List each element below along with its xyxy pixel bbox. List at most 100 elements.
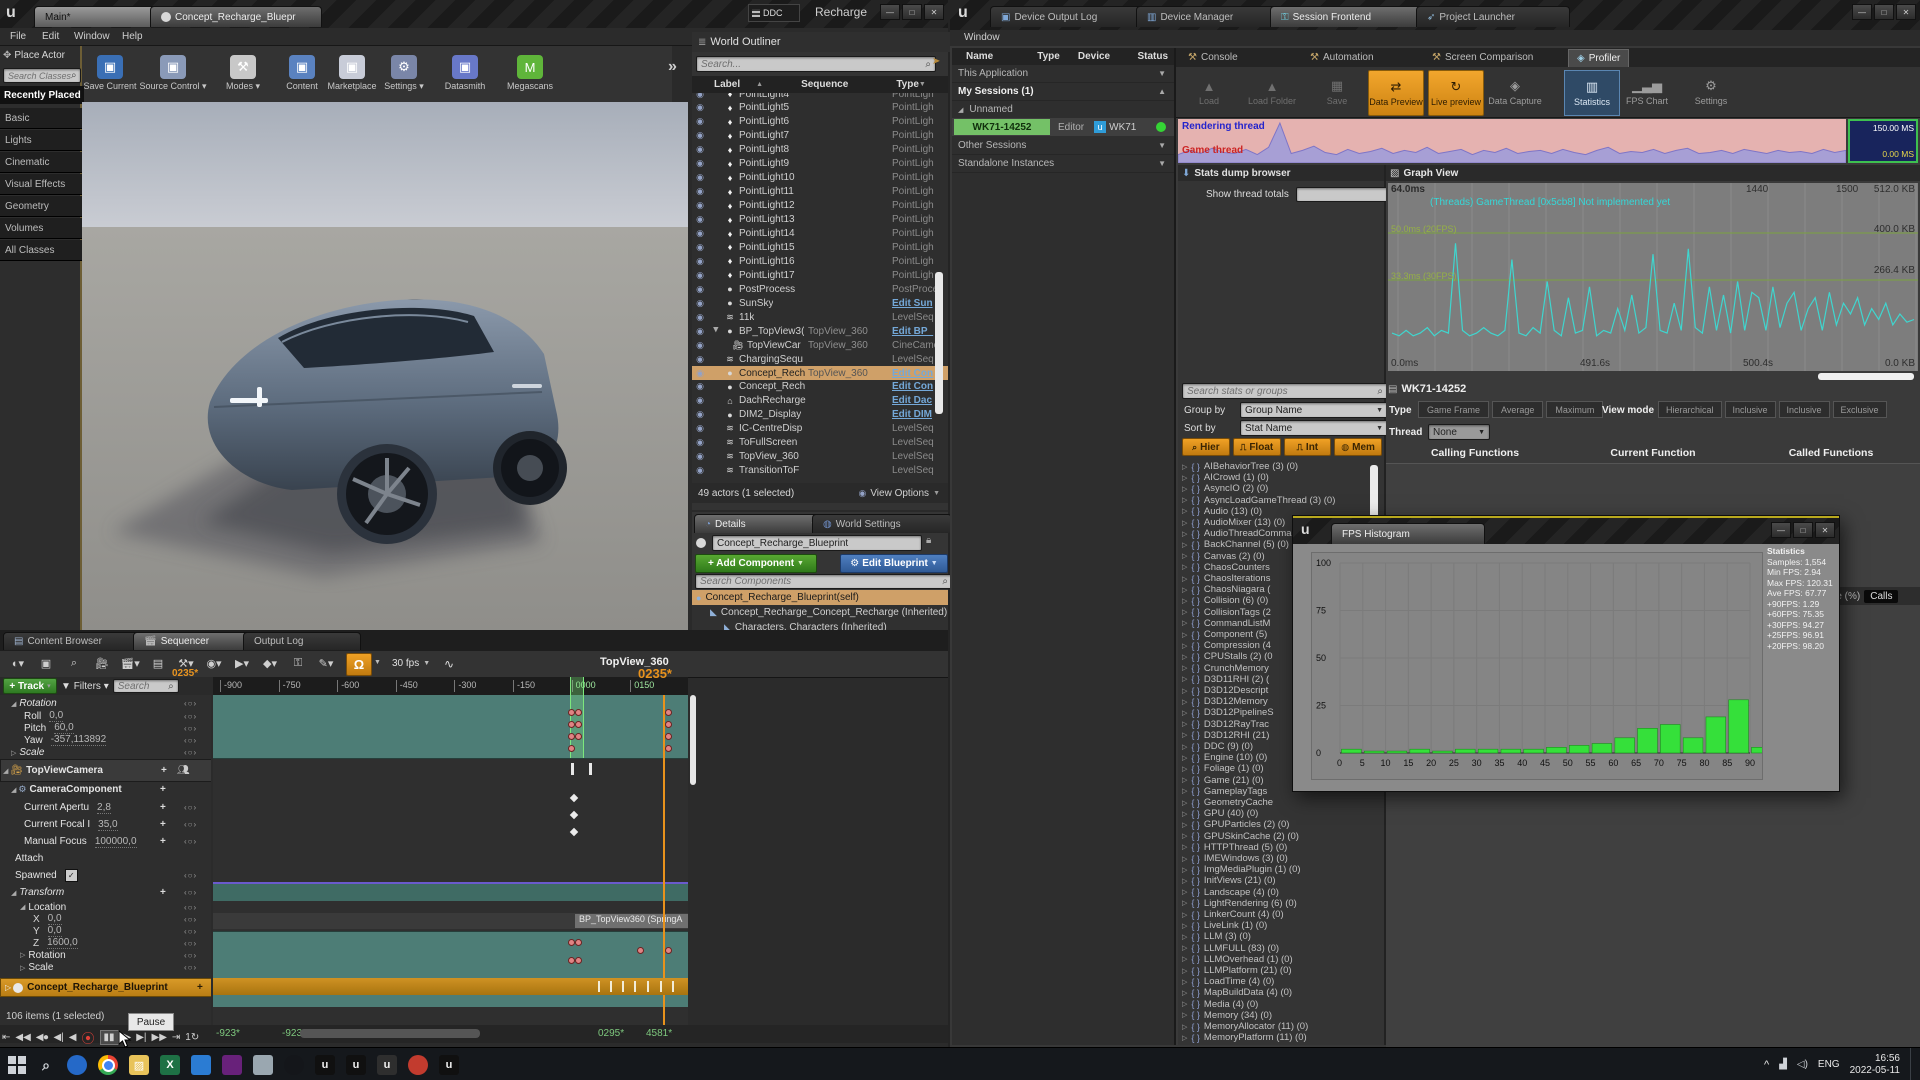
outliner-row[interactable]: ◉♦PointLight16PointLigh <box>692 254 948 268</box>
excel-icon[interactable]: X <box>160 1055 180 1075</box>
stats-group-row[interactable]: ▷{ }AICrowd (1) (0) <box>1182 472 1269 483</box>
add-key-icon[interactable]: + <box>160 802 166 813</box>
profiler-settings-button[interactable]: ⚙Settings <box>1684 70 1738 114</box>
blueprint-track-area[interactable] <box>213 978 688 995</box>
visibility-eye-icon[interactable]: ◉ <box>692 200 708 211</box>
track-area-rotation[interactable] <box>213 695 688 759</box>
menu-window[interactable]: Window <box>964 32 1000 43</box>
expand-icon[interactable]: ▷ <box>1182 541 1187 549</box>
track-scale[interactable]: ▷Scale‹○› <box>0 961 211 974</box>
keyframe[interactable] <box>665 721 672 728</box>
track-y[interactable]: Y0,0‹○› <box>0 925 211 937</box>
profiler-load-button[interactable]: ▲Load <box>1182 70 1236 114</box>
outliner-row[interactable]: ◉♦PointLight13PointLigh <box>692 213 948 227</box>
search-components-input[interactable]: Search Components ⌕ <box>695 574 953 589</box>
track-concept-recharge-blueprint[interactable]: ▷Concept_Recharge_Blueprint+ <box>0 978 211 997</box>
expand-icon[interactable]: ▷ <box>1182 843 1187 851</box>
stats-group-row[interactable]: ▷{ }CrunchMemory <box>1182 663 1269 674</box>
outliner-row[interactable]: ◉⌂DachRechargeEdit Dac <box>692 394 948 408</box>
type-game-frame-button[interactable]: Game Frame <box>1418 401 1489 418</box>
expand-icon[interactable]: ▷ <box>1182 530 1187 538</box>
filter-hier-button[interactable]: ⌕Hier <box>1182 438 1230 456</box>
keyframe-white[interactable] <box>570 828 578 836</box>
thread-dropdown[interactable]: None▼ <box>1428 424 1490 440</box>
track-value[interactable]: 0,0 <box>49 710 63 722</box>
outliner-row[interactable]: ◉≋ChargingSequLevelSeq <box>692 352 948 366</box>
expand-icon[interactable]: ▷ <box>1182 765 1187 773</box>
snap-magnet-icon[interactable]: Ω <box>346 653 372 676</box>
toolbar-modes[interactable]: ⚒Modes ▾ <box>214 48 272 98</box>
expand-icon[interactable]: ▷ <box>1182 899 1187 907</box>
visibility-eye-icon[interactable]: ◉ <box>692 158 708 169</box>
step-back-button[interactable]: ◀⦁ <box>36 1032 49 1043</box>
tray-network-icon[interactable]: ▟ <box>1779 1059 1787 1070</box>
place-actor-search-input[interactable]: Search Classes ⌕ <box>3 68 81 83</box>
stats-group-row[interactable]: ▷{ }LoadTime (4) (0) <box>1182 976 1274 987</box>
visibility-eye-icon[interactable]: ◉ <box>692 102 708 113</box>
visibility-eye-icon[interactable]: ◉ <box>692 256 708 267</box>
sort-by-dropdown[interactable]: Stat Name▼ <box>1240 420 1388 436</box>
stats-group-row[interactable]: ▷{ }LLMPlatform (21) (0) <box>1182 965 1292 976</box>
profiler-tab-profiler[interactable]: ◈Profiler <box>1568 49 1629 67</box>
outliner-search-input[interactable]: Search... ⌕ <box>696 56 936 72</box>
toolbar-marketplace[interactable]: ▣Marketplace <box>332 48 372 98</box>
add-icon[interactable]: + <box>197 982 203 993</box>
toolbar-settings[interactable]: ⚙Settings ▾ <box>380 48 428 98</box>
keyframe-nav-icons[interactable]: ‹○› <box>184 736 197 745</box>
stats-group-row[interactable]: ▷{ }MemoryAllocator (11) (0) <box>1182 1021 1308 1032</box>
component-row[interactable]: ●Concept_Recharge_Blueprint(self) <box>692 590 948 605</box>
outliner-row[interactable]: ◉♦PointLight7PointLigh <box>692 129 948 143</box>
profiler-statistics-button[interactable]: ▥Statistics <box>1564 70 1620 116</box>
close-button[interactable]: ✕ <box>1815 522 1835 538</box>
track-current-apertu[interactable]: Current Apertu2,8+‹○› <box>0 799 211 816</box>
track-value[interactable]: 35,0 <box>98 819 117 831</box>
expand-icon[interactable]: ▷ <box>1182 989 1187 997</box>
outliner-row[interactable]: ◉▶●BP_TopView3(TopView_360Edit BP_ <box>692 324 948 338</box>
track-value[interactable]: 0,0 <box>48 913 62 925</box>
loop-button[interactable]: 1↻ <box>185 1032 199 1043</box>
outliner-row[interactable]: ◉≋TopView_360LevelSeq <box>692 450 948 464</box>
minimize-button[interactable]: — <box>1852 4 1872 20</box>
app-blue-icon[interactable] <box>191 1055 211 1075</box>
caret-icon[interactable]: ◢ <box>11 889 16 897</box>
profiler-data-capture-button[interactable]: ◈Data Capture <box>1488 70 1542 114</box>
viewport[interactable] <box>82 102 688 630</box>
jump-to-end-button[interactable]: ⇥ <box>172 1032 180 1043</box>
visibility-eye-icon[interactable]: ◉ <box>692 270 708 281</box>
profiler-data-preview-button[interactable]: ⇄Data Preview <box>1368 70 1424 116</box>
category-geometry[interactable]: Geometry <box>0 196 85 217</box>
view-options-icon[interactable]: ◉▾ <box>202 654 226 673</box>
file-explorer-icon[interactable]: ▨ <box>129 1055 149 1075</box>
profiler-save-button[interactable]: ▦Save <box>1310 70 1364 114</box>
profiler-fps-chart-button[interactable]: ▁▃▅FPS Chart <box>1620 70 1674 114</box>
menu-window[interactable]: Window <box>74 31 110 42</box>
jump-to-start-button[interactable]: ⇤ <box>2 1032 10 1043</box>
keyframe[interactable] <box>575 957 582 964</box>
stats-group-row[interactable]: ▷{ }BackChannel (5) (0) <box>1182 539 1289 550</box>
maximize-button[interactable]: □ <box>1874 4 1894 20</box>
keyframe-nav-icons[interactable]: ‹○› <box>184 903 197 912</box>
keyframe-bar[interactable] <box>660 981 662 992</box>
expand-icon[interactable]: ▷ <box>1182 463 1187 471</box>
outliner-row[interactable]: ◉♦PointLight4PointLigh <box>692 93 948 101</box>
outliner-row[interactable]: ◉●SunSkyEdit Sun <box>692 296 948 310</box>
keyframe-bar[interactable] <box>598 981 600 992</box>
profiler-live-preview-button[interactable]: ↻Live preview <box>1428 70 1484 116</box>
expand-icon[interactable]: ▷ <box>1182 967 1187 975</box>
stats-group-row[interactable]: ▷{ }D3D11RHI (2) ( <box>1182 674 1269 685</box>
stats-group-row[interactable]: ▷{ }ChaosNiagara ( <box>1182 584 1270 595</box>
keyframe[interactable] <box>575 733 582 740</box>
keyframe[interactable] <box>568 957 575 964</box>
expand-icon[interactable]: ▷ <box>1182 832 1187 840</box>
outliner-row[interactable]: ◉●PostProcessPostProce <box>692 282 948 296</box>
expand-icon[interactable]: ▷ <box>1182 485 1187 493</box>
group-by-dropdown[interactable]: Group Name▼ <box>1240 402 1388 418</box>
app-purple-icon[interactable] <box>222 1055 242 1075</box>
keyframe-nav-icons[interactable]: ‹○› <box>184 951 197 960</box>
track-topviewcamera[interactable]: ◢🎥︎TopViewCamera+👥︎ <box>0 759 211 782</box>
stats-group-row[interactable]: ▷{ }AsyncIO (2) (0) <box>1182 483 1268 494</box>
app-red-icon[interactable] <box>408 1055 428 1075</box>
profiler-tab-console[interactable]: ⚒Console <box>1180 49 1246 66</box>
outliner-pin-icon[interactable]: ➤ <box>932 56 940 67</box>
keyframe[interactable] <box>575 709 582 716</box>
